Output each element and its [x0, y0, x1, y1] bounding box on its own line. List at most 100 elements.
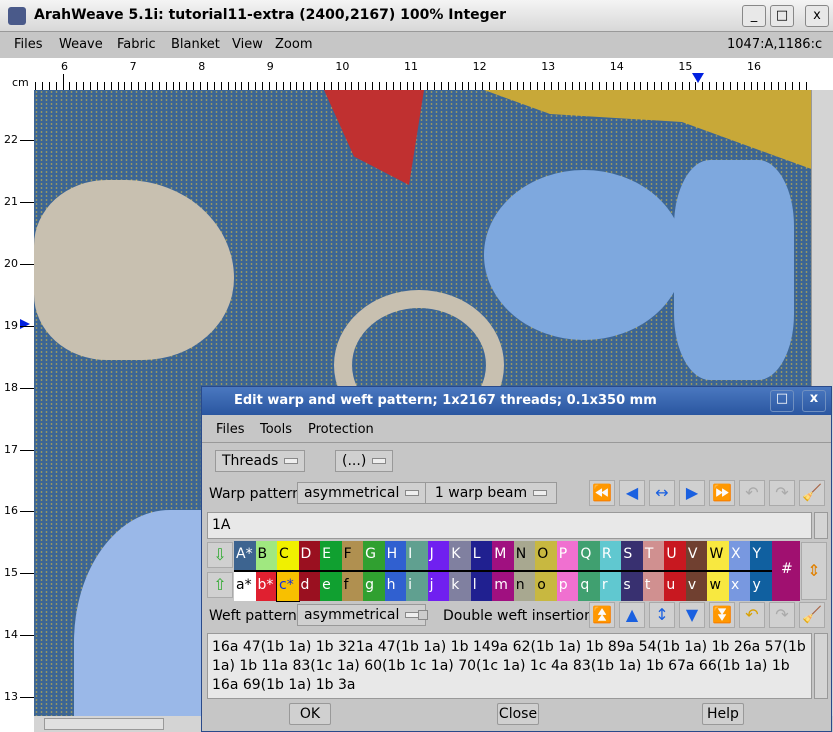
- undo-icon[interactable]: ↶: [739, 480, 765, 506]
- help-button[interactable]: Help: [702, 703, 744, 725]
- color-cell-m[interactable]: m: [492, 572, 514, 601]
- color-cell-a[interactable]: a*: [234, 572, 256, 601]
- menu-zoom[interactable]: Zoom: [275, 37, 312, 52]
- color-cell-p[interactable]: p: [556, 572, 579, 601]
- ok-button[interactable]: OK: [289, 703, 331, 725]
- color-cell-H[interactable]: H: [384, 541, 407, 570]
- next-icon[interactable]: ▶: [679, 480, 705, 506]
- paren-dropdown[interactable]: (...): [335, 450, 394, 472]
- broom-icon[interactable]: 🧹: [799, 602, 825, 628]
- color-cell-W[interactable]: W: [707, 541, 729, 570]
- color-cell-N[interactable]: N: [513, 541, 536, 570]
- close-button[interactable]: x: [805, 5, 829, 27]
- color-cell-q[interactable]: q: [578, 572, 600, 601]
- fit-height-icon[interactable]: ↕: [649, 602, 675, 628]
- color-cell-u[interactable]: u: [664, 572, 686, 601]
- dialog-maximize-button[interactable]: □: [770, 390, 794, 412]
- color-cell-t[interactable]: t: [642, 572, 665, 601]
- color-cell-e[interactable]: e: [320, 572, 342, 601]
- last-icon[interactable]: ⏩: [709, 480, 735, 506]
- color-cell-M[interactable]: M: [492, 541, 514, 570]
- last-icon[interactable]: ⏬: [709, 602, 735, 628]
- color-cell-g[interactable]: g: [363, 572, 385, 601]
- minimize-button[interactable]: _: [742, 5, 766, 27]
- broom-icon[interactable]: 🧹: [799, 480, 825, 506]
- prev-icon[interactable]: ▲: [619, 602, 645, 628]
- redo-icon[interactable]: ↷: [769, 602, 795, 628]
- menu-blanket[interactable]: Blanket: [171, 37, 220, 52]
- position-marker-icon[interactable]: [20, 319, 30, 329]
- color-cell-Y[interactable]: Y: [750, 541, 772, 570]
- dialog-menu-tools[interactable]: Tools: [260, 422, 292, 437]
- undo-icon[interactable]: ↶: [739, 602, 765, 628]
- close-dialog-button[interactable]: Close: [497, 703, 539, 725]
- menu-view[interactable]: View: [232, 37, 263, 52]
- dialog-menu-protection[interactable]: Protection: [308, 422, 374, 437]
- color-cell-n[interactable]: n: [513, 572, 536, 601]
- color-cell-c[interactable]: c*: [276, 571, 300, 602]
- color-cell-S[interactable]: S: [621, 541, 643, 570]
- color-cell-R[interactable]: R: [599, 541, 622, 570]
- color-cell-G[interactable]: G: [363, 541, 385, 570]
- color-cell-l[interactable]: l: [470, 572, 493, 601]
- color-cell-x[interactable]: x: [728, 572, 751, 601]
- color-cell-O[interactable]: O: [535, 541, 557, 570]
- weft-symmetry-dropdown[interactable]: asymmetrical: [297, 604, 427, 626]
- swap-icon[interactable]: ⇕: [801, 542, 827, 600]
- color-cell-I[interactable]: I: [406, 541, 428, 570]
- maximize-button[interactable]: □: [770, 5, 794, 27]
- menu-files[interactable]: Files: [14, 37, 43, 52]
- color-cell-r[interactable]: r: [599, 572, 622, 601]
- color-cell-V[interactable]: V: [685, 541, 708, 570]
- color-cell-k[interactable]: k: [449, 572, 471, 601]
- dialog-close-button[interactable]: x: [802, 390, 826, 412]
- warp-scrollbar[interactable]: [814, 512, 828, 539]
- move-up-icon[interactable]: ⇧: [207, 572, 233, 598]
- warp-beam-dropdown[interactable]: 1 warp beam: [425, 482, 557, 504]
- color-cell-j[interactable]: j: [427, 572, 450, 601]
- dialog-menu-files[interactable]: Files: [216, 422, 245, 437]
- color-cell-X[interactable]: X: [728, 541, 751, 570]
- warp-symmetry-dropdown[interactable]: asymmetrical: [297, 482, 427, 504]
- color-cell-i[interactable]: i: [406, 572, 428, 601]
- weft-pattern-input[interactable]: 16a 47(1b 1a) 1b 321a 47(1b 1a) 1b 149a …: [207, 633, 812, 699]
- color-cell-D[interactable]: D: [298, 541, 321, 570]
- ruler-tick: [20, 140, 34, 141]
- color-cell-f[interactable]: f: [341, 572, 364, 601]
- color-cell-w[interactable]: w: [707, 572, 729, 601]
- prev-icon[interactable]: ◀: [619, 480, 645, 506]
- first-icon[interactable]: ⏫: [589, 602, 615, 628]
- color-cell-E[interactable]: E: [320, 541, 342, 570]
- hash-cell[interactable]: #: [772, 541, 800, 601]
- move-down-icon[interactable]: ⇩: [207, 542, 233, 568]
- color-cell-P[interactable]: P: [556, 541, 579, 570]
- color-cell-o[interactable]: o: [535, 572, 557, 601]
- color-cell-C[interactable]: C: [277, 541, 299, 570]
- scroll-thumb[interactable]: [44, 718, 164, 730]
- first-icon[interactable]: ⏪: [589, 480, 615, 506]
- double-weft-checkbox[interactable]: [418, 610, 428, 620]
- color-cell-b[interactable]: b*: [255, 572, 278, 601]
- next-icon[interactable]: ▼: [679, 602, 705, 628]
- color-cell-h[interactable]: h: [384, 572, 407, 601]
- color-cell-y[interactable]: y: [750, 572, 772, 601]
- color-cell-U[interactable]: U: [664, 541, 686, 570]
- warp-pattern-input[interactable]: 1A: [207, 512, 812, 539]
- fit-width-icon[interactable]: ↔: [649, 480, 675, 506]
- menu-fabric[interactable]: Fabric: [117, 37, 156, 52]
- menu-weave[interactable]: Weave: [59, 37, 103, 52]
- color-cell-F[interactable]: F: [341, 541, 364, 570]
- color-cell-A[interactable]: A*: [234, 541, 256, 570]
- color-cell-Q[interactable]: Q: [578, 541, 600, 570]
- color-cell-L[interactable]: L: [470, 541, 493, 570]
- color-cell-d[interactable]: d: [298, 572, 321, 601]
- color-cell-T[interactable]: T: [642, 541, 665, 570]
- color-cell-J[interactable]: J: [427, 541, 450, 570]
- redo-icon[interactable]: ↷: [769, 480, 795, 506]
- color-cell-K[interactable]: K: [449, 541, 471, 570]
- color-cell-B[interactable]: B: [255, 541, 278, 570]
- color-cell-v[interactable]: v: [685, 572, 708, 601]
- threads-dropdown[interactable]: Threads: [215, 450, 306, 472]
- color-cell-s[interactable]: s: [621, 572, 643, 601]
- weft-scrollbar[interactable]: [814, 633, 828, 699]
